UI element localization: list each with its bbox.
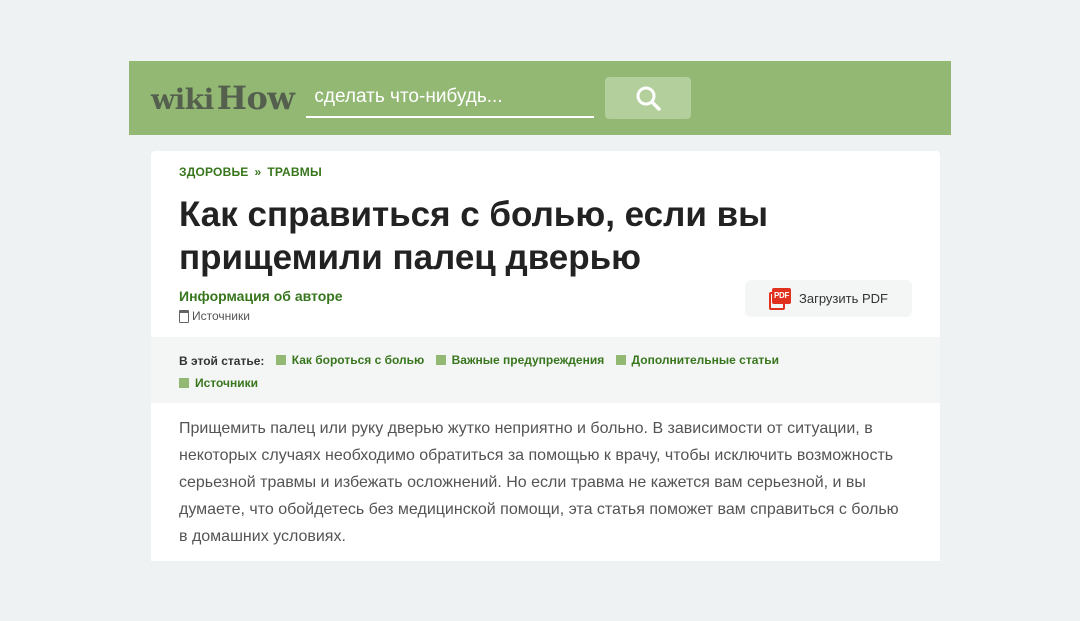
square-bullet-icon xyxy=(435,355,446,365)
article-title: Как справиться с болью, если вы прищемил… xyxy=(179,195,769,277)
download-pdf-button[interactable]: PDF Загрузить PDF xyxy=(745,280,912,317)
square-bullet-icon xyxy=(615,355,626,365)
pdf-icon: PDF xyxy=(769,287,792,310)
toc-label: В этой статье: xyxy=(179,354,265,368)
logo-wiki-text: wiki xyxy=(151,83,214,116)
sources-link-label: Источники xyxy=(192,309,250,323)
breadcrumb: ЗДОРОВЬЕ » ТРАВМЫ xyxy=(179,165,322,179)
breadcrumb-item-health[interactable]: ЗДОРОВЬЕ xyxy=(179,165,248,179)
article-card: ЗДОРОВЬЕ » ТРАВМЫ Как справиться с болью, … xyxy=(151,151,940,561)
search-button[interactable] xyxy=(605,77,692,119)
table-of-contents: В этой статье: Как бороться с болью Важн… xyxy=(151,337,940,403)
sources-link[interactable]: Источники xyxy=(179,309,250,323)
author-info-link[interactable]: Информация об авторе xyxy=(179,288,343,304)
square-bullet-icon xyxy=(179,378,189,388)
search-input[interactable] xyxy=(314,86,595,108)
article-intro: Прищемить палец или руку дверью жутко не… xyxy=(179,420,899,545)
toc-item-additional-articles[interactable]: Дополнительные статьи xyxy=(615,349,779,371)
toc-item-fight-pain[interactable]: Как бороться с болью xyxy=(275,349,424,371)
square-bullet-icon xyxy=(275,355,286,365)
search-box xyxy=(306,78,595,118)
wikihow-logo[interactable]: wiki How xyxy=(151,79,295,117)
document-icon xyxy=(179,309,189,323)
breadcrumb-item-injuries[interactable]: ТРАВМЫ xyxy=(267,165,322,179)
site-header: wiki How xyxy=(129,61,951,135)
logo-how-text: How xyxy=(216,79,295,117)
toc-item-warnings[interactable]: Важные предупреждения xyxy=(435,349,604,371)
magnifier-icon xyxy=(636,86,662,111)
breadcrumb-separator: » xyxy=(254,165,262,179)
toc-item-sources[interactable]: Источники xyxy=(179,372,258,394)
download-pdf-label: Загрузить PDF xyxy=(799,291,888,306)
